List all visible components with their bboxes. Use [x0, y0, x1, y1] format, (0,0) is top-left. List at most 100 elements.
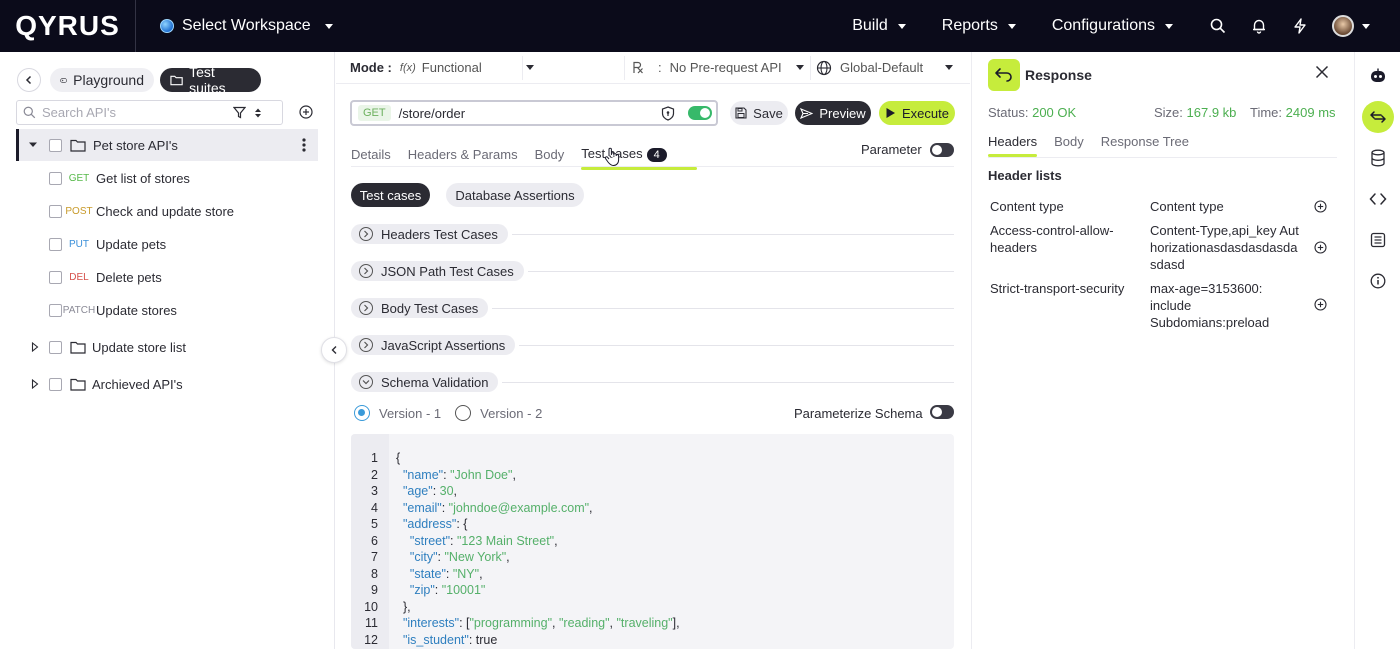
- caret-right-icon[interactable]: [31, 379, 39, 389]
- caret-right-icon[interactable]: [31, 342, 39, 352]
- chevron-right-circle-icon: [359, 264, 373, 278]
- code-icon[interactable]: [1362, 183, 1394, 215]
- chip-database-assertions[interactable]: Database Assertions: [446, 183, 584, 207]
- chevron-down-icon: [795, 65, 804, 70]
- tab-response-headers[interactable]: Headers: [988, 134, 1038, 157]
- response-status: Status: 200 OK: [988, 105, 1077, 120]
- add-circle-icon[interactable]: [299, 105, 313, 119]
- tree-checkbox[interactable]: [49, 204, 62, 218]
- sort-icon[interactable]: [254, 107, 262, 119]
- chip-test-cases[interactable]: Test cases: [351, 183, 430, 207]
- nav-configurations[interactable]: Configurations: [1052, 17, 1173, 35]
- tree-item-update-pets[interactable]: PUT Update pets: [49, 228, 166, 260]
- tab-response-tree[interactable]: Response Tree: [1101, 134, 1189, 149]
- request-tabs: Details Headers & Params Body Test cases…: [351, 142, 697, 170]
- tree-checkbox[interactable]: [49, 340, 62, 354]
- tree-item-delete-pets[interactable]: DEL Delete pets: [49, 261, 162, 293]
- nav-reports[interactable]: Reports: [942, 17, 1016, 35]
- api-search-box: [16, 100, 283, 125]
- url-input[interactable]: /store/order: [399, 106, 465, 121]
- prerequest-selector[interactable]: : No Pre-request API: [632, 60, 804, 75]
- bell-icon[interactable]: [1250, 17, 1268, 35]
- section-headers-test-cases[interactable]: Headers Test Cases: [351, 224, 954, 244]
- method-badge: GET: [68, 172, 90, 184]
- tab-headers-params[interactable]: Headers & Params: [408, 147, 518, 162]
- search-icon[interactable]: [1209, 17, 1227, 35]
- lightning-icon[interactable]: [1291, 17, 1309, 35]
- section-schema-validation[interactable]: Schema Validation: [351, 372, 954, 392]
- parameterize-schema-toggle[interactable]: [930, 405, 954, 419]
- workspace-selector[interactable]: Select Workspace: [160, 17, 333, 35]
- more-options-icon[interactable]: [302, 137, 306, 153]
- add-circle-icon[interactable]: [1314, 241, 1327, 254]
- nav-build[interactable]: Build: [852, 17, 906, 35]
- method-badge[interactable]: GET: [358, 105, 391, 121]
- version-1-radio[interactable]: [354, 405, 370, 421]
- parameter-toggle[interactable]: [930, 143, 954, 157]
- list-document-icon[interactable]: [1362, 224, 1394, 256]
- ai-bot-icon[interactable]: [1362, 60, 1394, 92]
- save-icon: [735, 107, 747, 119]
- parameterize-schema-label: Parameterize Schema: [794, 405, 923, 421]
- add-circle-icon[interactable]: [1314, 200, 1327, 213]
- tree-folder-pet-store[interactable]: Pet store API's: [16, 129, 318, 161]
- tree-item-update-stores[interactable]: PATCH Update stores: [49, 294, 177, 326]
- user-menu[interactable]: [1332, 15, 1370, 37]
- request-editor: Mode : f(x) Functional : No Pre-request …: [336, 52, 970, 649]
- function-icon: f(x): [399, 61, 416, 74]
- url-bar[interactable]: GET /store/order: [350, 100, 718, 126]
- section-json-path-test-cases[interactable]: JSON Path Test Cases: [351, 261, 954, 281]
- tab-response-body[interactable]: Body: [1054, 134, 1084, 149]
- top-navbar: QYRUS Select Workspace Build Reports Con…: [0, 0, 1400, 52]
- close-icon[interactable]: [1315, 65, 1329, 79]
- shield-icon[interactable]: [661, 106, 675, 121]
- folder-icon: [70, 139, 86, 152]
- mode-selector[interactable]: f(x) Functional: [400, 60, 534, 75]
- chevron-right-circle-icon: [359, 338, 373, 352]
- tab-test-cases[interactable]: Test cases 4: [581, 146, 697, 170]
- tab-details[interactable]: Details: [351, 147, 391, 162]
- tree-item-label: Get list of stores: [96, 170, 190, 186]
- collapse-sidebar-button[interactable]: [321, 337, 347, 363]
- tree-checkbox[interactable]: [49, 303, 62, 317]
- add-circle-icon[interactable]: [1314, 298, 1327, 311]
- save-button[interactable]: Save: [730, 101, 788, 125]
- environment-selector[interactable]: Global-Default: [816, 60, 954, 76]
- qyrus-logo[interactable]: QYRUS: [0, 0, 136, 52]
- tree-item-get-list-of-stores[interactable]: GET Get list of stores: [49, 162, 190, 194]
- tree-folder-label: Pet store API's: [93, 137, 178, 153]
- tree-folder-label: Update store list: [92, 339, 186, 355]
- tree-checkbox[interactable]: [49, 237, 62, 251]
- schema-code-editor[interactable]: 1{ 2 "name": "John Doe", 3 "age": 30, 4 …: [351, 434, 954, 649]
- response-toggle-icon[interactable]: [1362, 101, 1394, 133]
- chevron-down-icon: [945, 65, 954, 70]
- execute-button[interactable]: Execute: [879, 101, 955, 125]
- version-2-radio[interactable]: [455, 405, 472, 421]
- section-javascript-assertions[interactable]: JavaScript Assertions: [351, 335, 954, 355]
- tree-checkbox[interactable]: [49, 377, 62, 391]
- code-line: 6 "street": "123 Main Street",: [371, 533, 558, 548]
- tree-checkbox[interactable]: [49, 270, 62, 284]
- header-key: Access-control-allow-headers: [990, 223, 1114, 255]
- tab-test-suites[interactable]: Test suites: [160, 64, 261, 96]
- tree-item-check-and-update-store[interactable]: POST Check and update store: [49, 195, 234, 227]
- database-icon[interactable]: [1362, 142, 1394, 174]
- gamepad-icon: [60, 77, 67, 83]
- preview-button[interactable]: Preview: [795, 101, 871, 125]
- info-icon[interactable]: [1362, 265, 1394, 297]
- tree-folder-update-store-list[interactable]: Update store list: [16, 331, 186, 363]
- workspace-label: Select Workspace: [182, 17, 311, 34]
- section-body-test-cases[interactable]: Body Test Cases: [351, 298, 954, 318]
- tab-body[interactable]: Body: [535, 147, 565, 162]
- tree-checkbox[interactable]: [49, 171, 62, 185]
- api-search-input[interactable]: [42, 105, 227, 120]
- filter-icon[interactable]: [233, 106, 246, 119]
- code-line: 9 "zip": "10001": [371, 583, 486, 597]
- url-toggle[interactable]: [688, 106, 712, 120]
- tree-item-label: Check and update store: [96, 203, 235, 219]
- tree-checkbox[interactable]: [49, 138, 62, 152]
- back-button[interactable]: [17, 68, 41, 92]
- tab-playground[interactable]: Playground: [50, 68, 154, 92]
- tree-folder-archieved-apis[interactable]: Archieved API's: [16, 368, 183, 400]
- caret-down-icon[interactable]: [28, 141, 38, 149]
